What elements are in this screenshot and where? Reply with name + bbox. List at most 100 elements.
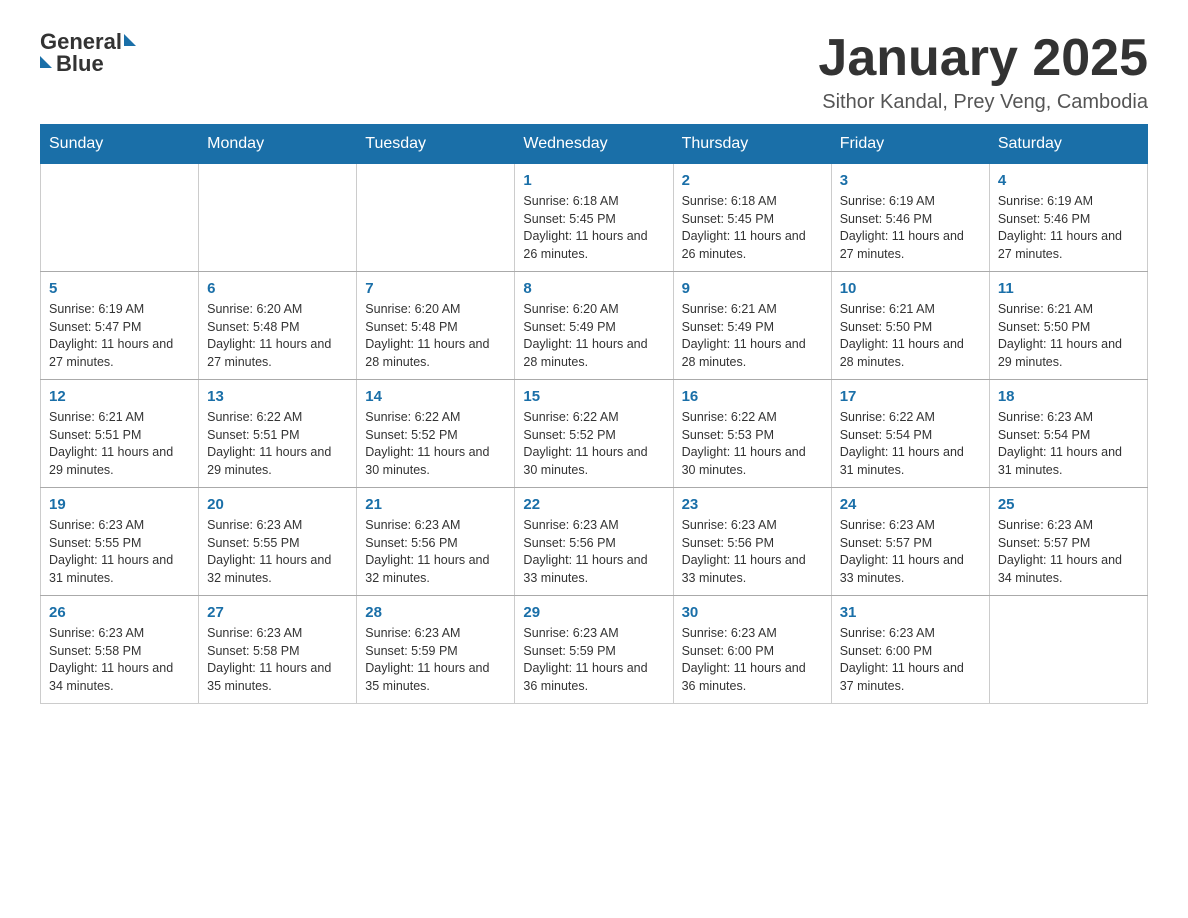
- table-row: 16 Sunrise: 6:22 AMSunset: 5:53 PMDayligh…: [673, 380, 831, 488]
- month-title: January 2025: [818, 30, 1148, 87]
- day-info: Sunrise: 6:23 AMSunset: 5:59 PMDaylight:…: [523, 625, 664, 695]
- day-number: 31: [840, 604, 981, 621]
- day-info: Sunrise: 6:20 AMSunset: 5:48 PMDaylight:…: [207, 301, 348, 371]
- header-thursday: Thursday: [673, 125, 831, 164]
- table-row: [199, 164, 357, 272]
- table-row: 5 Sunrise: 6:19 AMSunset: 5:47 PMDaylight…: [41, 272, 199, 380]
- day-info: Sunrise: 6:19 AMSunset: 5:47 PMDaylight:…: [49, 301, 190, 371]
- title-section: January 2025 Sithor Kandal, Prey Veng, C…: [818, 30, 1148, 114]
- day-number: 22: [523, 496, 664, 513]
- day-info: Sunrise: 6:21 AMSunset: 5:50 PMDaylight:…: [840, 301, 981, 371]
- table-row: 13 Sunrise: 6:22 AMSunset: 5:51 PMDayligh…: [199, 380, 357, 488]
- day-number: 11: [998, 280, 1139, 297]
- day-info: Sunrise: 6:22 AMSunset: 5:52 PMDaylight:…: [365, 409, 506, 479]
- table-row: 12Sunrise: 6:21 AMSunset: 5:51 PMDayligh…: [41, 380, 199, 488]
- day-number: 19: [49, 496, 190, 513]
- day-info: Sunrise: 6:23 AMSunset: 5:55 PMDaylight:…: [207, 517, 348, 587]
- day-info: Sunrise: 6:19 AMSunset: 5:46 PMDaylight:…: [840, 193, 981, 263]
- table-row: 7 Sunrise: 6:20 AMSunset: 5:48 PMDaylight…: [357, 272, 515, 380]
- day-info: Sunrise: 6:20 AMSunset: 5:48 PMDaylight:…: [365, 301, 506, 371]
- table-row: 29 Sunrise: 6:23 AMSunset: 5:59 PMDayligh…: [515, 596, 673, 704]
- table-row: 22 Sunrise: 6:23 AMSunset: 5:56 PMDayligh…: [515, 488, 673, 596]
- page-header: General Blue January 2025 Sithor Kandal,…: [40, 30, 1148, 114]
- day-info: Sunrise: 6:23 AMSunset: 5:55 PMDaylight:…: [49, 517, 190, 587]
- day-info: Sunrise: 6:22 AMSunset: 5:53 PMDaylight:…: [682, 409, 823, 479]
- day-info: Sunrise: 6:23 AMSunset: 5:56 PMDaylight:…: [365, 517, 506, 587]
- table-row: [357, 164, 515, 272]
- table-row: [41, 164, 199, 272]
- day-info: Sunrise: 6:22 AMSunset: 5:54 PMDaylight:…: [840, 409, 981, 479]
- calendar-body: 1 Sunrise: 6:18 AMSunset: 5:45 PMDaylight…: [41, 164, 1148, 704]
- day-info: Sunrise: 6:23 AMSunset: 5:56 PMDaylight:…: [523, 517, 664, 587]
- day-info: Sunrise: 6:23 AMSunset: 5:57 PMDaylight:…: [998, 517, 1139, 587]
- header-monday: Monday: [199, 125, 357, 164]
- calendar-week-row: 19 Sunrise: 6:23 AMSunset: 5:55 PMDayligh…: [41, 488, 1148, 596]
- table-row: 6Sunrise: 6:20 AMSunset: 5:48 PMDaylight…: [199, 272, 357, 380]
- day-number: 1: [523, 172, 664, 189]
- day-number: 13: [207, 388, 348, 405]
- calendar-header: Sunday Monday Tuesday Wednesday Thursday…: [41, 125, 1148, 164]
- table-row: 20 Sunrise: 6:23 AMSunset: 5:55 PMDayligh…: [199, 488, 357, 596]
- table-row: 31 Sunrise: 6:23 AMSunset: 6:00 PMDayligh…: [831, 596, 989, 704]
- table-row: 10 Sunrise: 6:21 AMSunset: 5:50 PMDayligh…: [831, 272, 989, 380]
- calendar-week-row: 1 Sunrise: 6:18 AMSunset: 5:45 PMDaylight…: [41, 164, 1148, 272]
- day-number: 7: [365, 280, 506, 297]
- table-row: 17 Sunrise: 6:22 AMSunset: 5:54 PMDayligh…: [831, 380, 989, 488]
- header-friday: Friday: [831, 125, 989, 164]
- day-info: Sunrise: 6:21 AMSunset: 5:49 PMDaylight:…: [682, 301, 823, 371]
- day-number: 14: [365, 388, 506, 405]
- header-wednesday: Wednesday: [515, 125, 673, 164]
- table-row: 11 Sunrise: 6:21 AMSunset: 5:50 PMDayligh…: [989, 272, 1147, 380]
- table-row: 4Sunrise: 6:19 AMSunset: 5:46 PMDaylight…: [989, 164, 1147, 272]
- day-number: 17: [840, 388, 981, 405]
- table-row: 18Sunrise: 6:23 AMSunset: 5:54 PMDayligh…: [989, 380, 1147, 488]
- logo: General Blue: [40, 30, 136, 76]
- day-number: 30: [682, 604, 823, 621]
- table-row: 27 Sunrise: 6:23 AMSunset: 5:58 PMDayligh…: [199, 596, 357, 704]
- day-number: 10: [840, 280, 981, 297]
- day-info: Sunrise: 6:23 AMSunset: 5:58 PMDaylight:…: [49, 625, 190, 695]
- table-row: 14 Sunrise: 6:22 AMSunset: 5:52 PMDayligh…: [357, 380, 515, 488]
- table-row: 8Sunrise: 6:20 AMSunset: 5:49 PMDaylight…: [515, 272, 673, 380]
- table-row: [989, 596, 1147, 704]
- day-info: Sunrise: 6:18 AMSunset: 5:45 PMDaylight:…: [682, 193, 823, 263]
- header-tuesday: Tuesday: [357, 125, 515, 164]
- table-row: 24Sunrise: 6:23 AMSunset: 5:57 PMDayligh…: [831, 488, 989, 596]
- day-number: 27: [207, 604, 348, 621]
- day-info: Sunrise: 6:23 AMSunset: 5:58 PMDaylight:…: [207, 625, 348, 695]
- table-row: 21Sunrise: 6:23 AMSunset: 5:56 PMDayligh…: [357, 488, 515, 596]
- day-number: 5: [49, 280, 190, 297]
- table-row: 19 Sunrise: 6:23 AMSunset: 5:55 PMDayligh…: [41, 488, 199, 596]
- day-number: 29: [523, 604, 664, 621]
- header-sunday: Sunday: [41, 125, 199, 164]
- day-number: 26: [49, 604, 190, 621]
- table-row: 15Sunrise: 6:22 AMSunset: 5:52 PMDayligh…: [515, 380, 673, 488]
- table-row: 3 Sunrise: 6:19 AMSunset: 5:46 PMDaylight…: [831, 164, 989, 272]
- calendar-week-row: 12Sunrise: 6:21 AMSunset: 5:51 PMDayligh…: [41, 380, 1148, 488]
- day-number: 24: [840, 496, 981, 513]
- table-row: 26 Sunrise: 6:23 AMSunset: 5:58 PMDayligh…: [41, 596, 199, 704]
- logo-triangle2-icon: [40, 56, 52, 68]
- day-number: 3: [840, 172, 981, 189]
- table-row: 30 Sunrise: 6:23 AMSunset: 6:00 PMDayligh…: [673, 596, 831, 704]
- day-number: 15: [523, 388, 664, 405]
- day-info: Sunrise: 6:20 AMSunset: 5:49 PMDaylight:…: [523, 301, 664, 371]
- days-of-week-row: Sunday Monday Tuesday Wednesday Thursday…: [41, 125, 1148, 164]
- table-row: 9Sunrise: 6:21 AMSunset: 5:49 PMDaylight…: [673, 272, 831, 380]
- table-row: 28Sunrise: 6:23 AMSunset: 5:59 PMDayligh…: [357, 596, 515, 704]
- day-info: Sunrise: 6:23 AMSunset: 6:00 PMDaylight:…: [840, 625, 981, 695]
- day-info: Sunrise: 6:23 AMSunset: 5:56 PMDaylight:…: [682, 517, 823, 587]
- day-info: Sunrise: 6:21 AMSunset: 5:51 PMDaylight:…: [49, 409, 190, 479]
- logo-blue: Blue: [56, 52, 104, 76]
- table-row: 23Sunrise: 6:23 AMSunset: 5:56 PMDayligh…: [673, 488, 831, 596]
- day-info: Sunrise: 6:21 AMSunset: 5:50 PMDaylight:…: [998, 301, 1139, 371]
- day-info: Sunrise: 6:23 AMSunset: 6:00 PMDaylight:…: [682, 625, 823, 695]
- day-number: 25: [998, 496, 1139, 513]
- calendar-table: Sunday Monday Tuesday Wednesday Thursday…: [40, 124, 1148, 704]
- day-number: 20: [207, 496, 348, 513]
- day-info: Sunrise: 6:22 AMSunset: 5:51 PMDaylight:…: [207, 409, 348, 479]
- day-number: 16: [682, 388, 823, 405]
- day-number: 4: [998, 172, 1139, 189]
- location: Sithor Kandal, Prey Veng, Cambodia: [818, 91, 1148, 114]
- header-saturday: Saturday: [989, 125, 1147, 164]
